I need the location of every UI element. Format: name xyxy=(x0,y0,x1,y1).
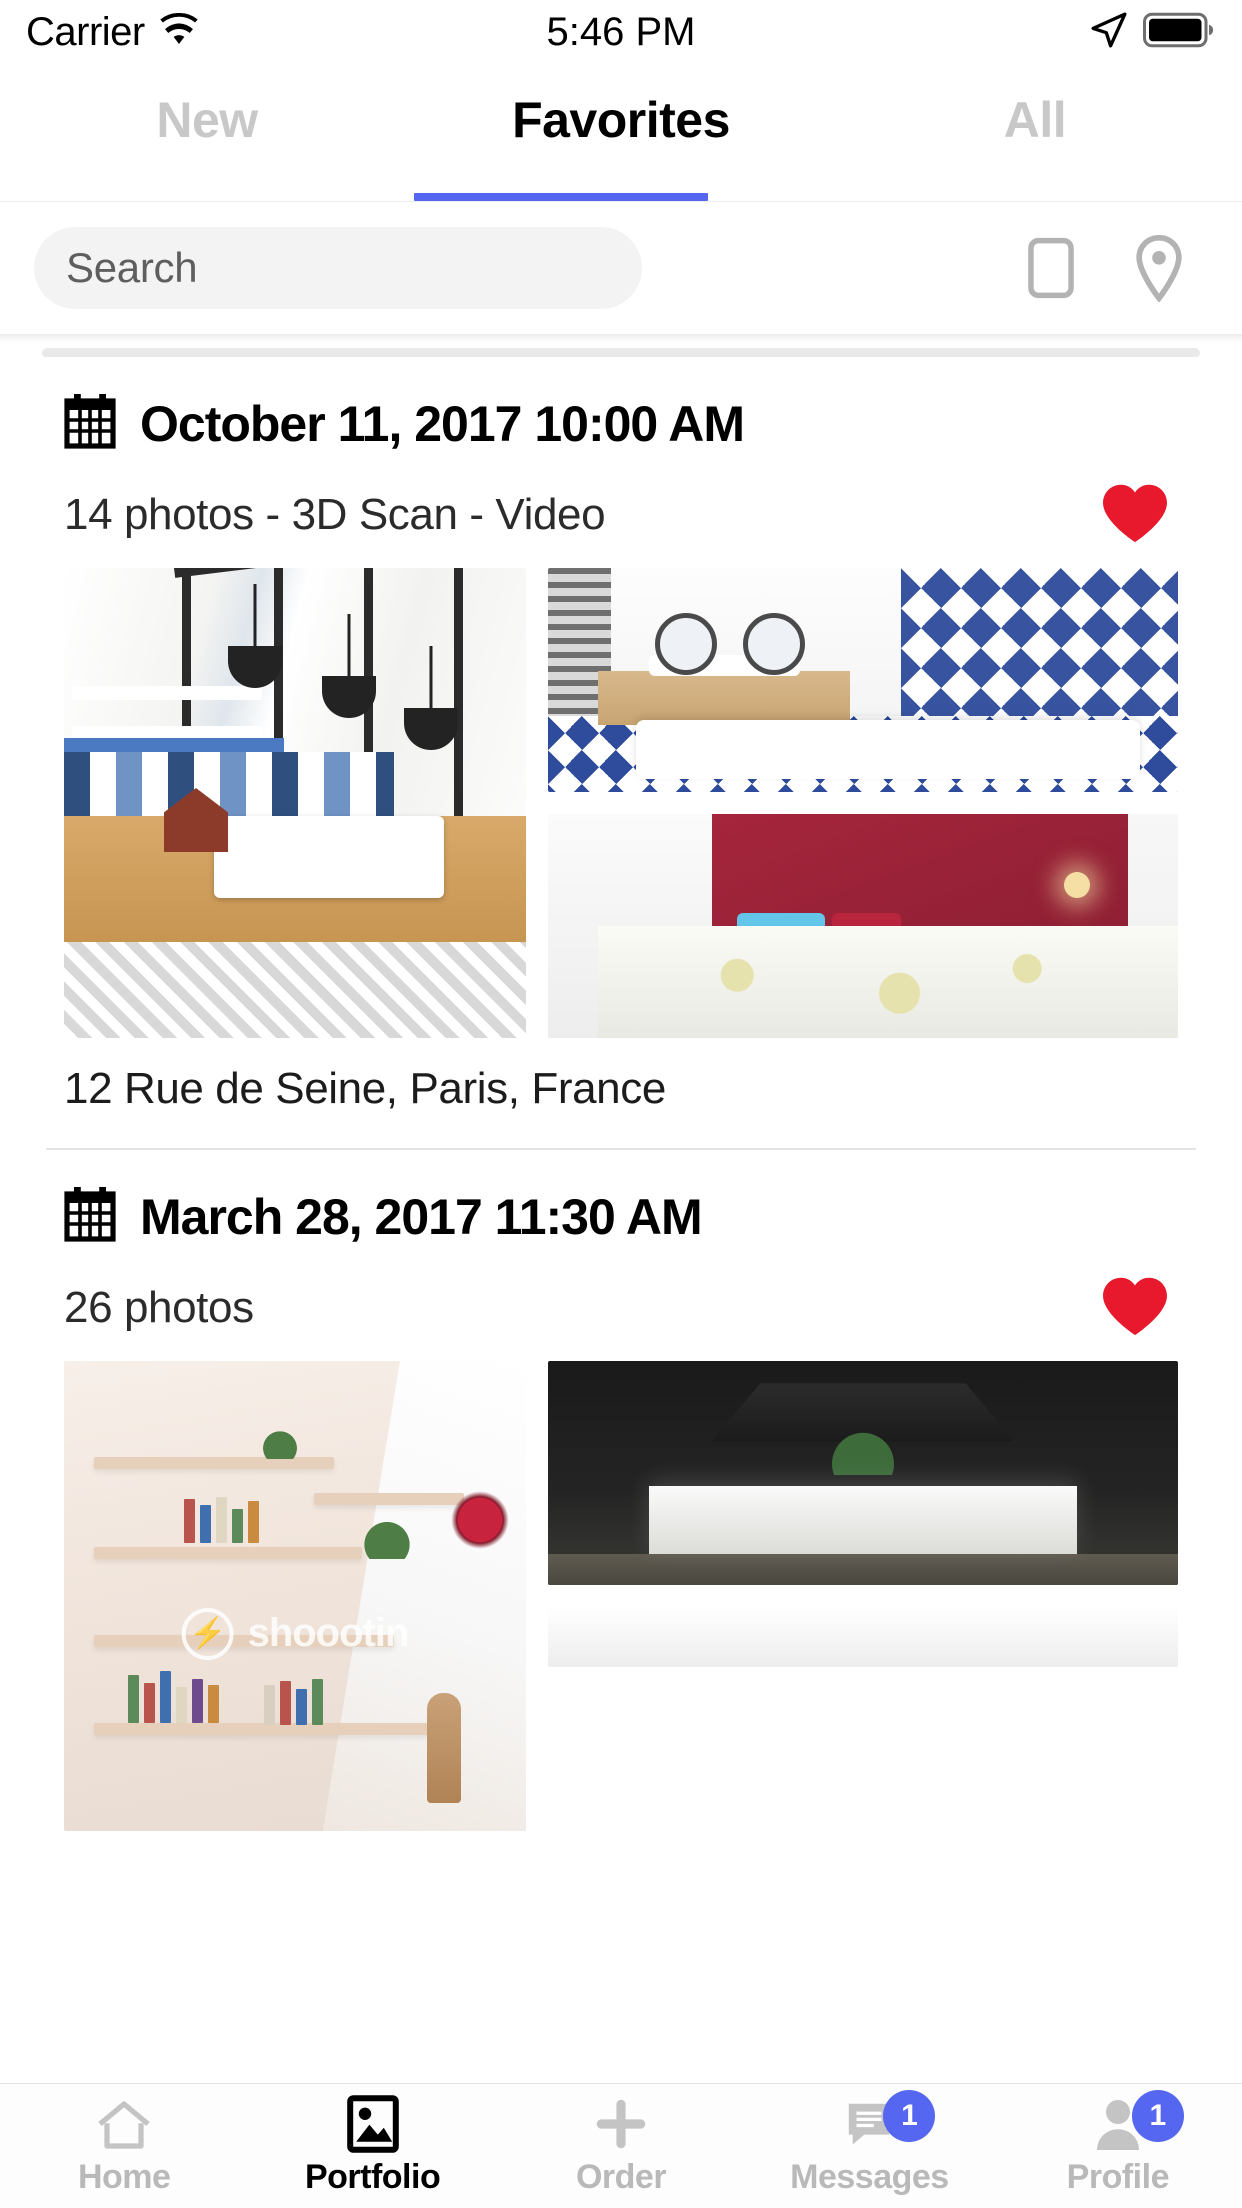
listing-address: 12 Rue de Seine, Paris, France xyxy=(64,1064,666,1113)
status-bar: Carrier 5:46 PM xyxy=(0,0,1242,64)
favorite-heart-icon[interactable] xyxy=(1100,482,1170,549)
search-input[interactable]: Search xyxy=(34,227,642,309)
calendar-icon xyxy=(64,1186,116,1247)
tab-all[interactable]: All xyxy=(828,64,1242,176)
nav-item-profile[interactable]: 1 Profile xyxy=(994,2090,1242,2197)
search-row: Search xyxy=(0,202,1242,334)
nav-item-messages[interactable]: 1 Messages xyxy=(745,2090,993,2197)
wifi-icon xyxy=(157,12,201,52)
bathroom-photo[interactable] xyxy=(548,568,1178,792)
plus-icon xyxy=(594,2096,648,2152)
list-view-icon[interactable] xyxy=(1016,233,1086,303)
listing-gallery: ⚡ shoootin xyxy=(64,1361,1178,1831)
library-shelves-photo[interactable]: ⚡ shoootin xyxy=(64,1361,526,1831)
chat-icon: 1 xyxy=(844,2090,936,2152)
messages-badge: 1 xyxy=(883,2090,936,2142)
listing-header: March 28, 2017 11:30 AM xyxy=(64,1150,1178,1247)
nav-item-home[interactable]: Home xyxy=(0,2096,248,2197)
nav-item-order[interactable]: Order xyxy=(497,2096,745,2197)
top-tab-bar: New Favorites All xyxy=(0,64,1242,202)
listing-scroll-area[interactable]: October 11, 2017 10:00 AM 14 photos - 3D… xyxy=(0,357,1242,2083)
listing-gallery-side xyxy=(548,568,1178,1038)
search-placeholder: Search xyxy=(66,244,198,291)
nav-label-order: Order xyxy=(575,2158,667,2196)
dark-kitchen-photo[interactable] xyxy=(548,1361,1178,1585)
listing-date: March 28, 2017 11:30 AM xyxy=(140,1188,703,1245)
listing-meta: 14 photos - 3D Scan - Video xyxy=(64,490,606,539)
listing-meta-row: 14 photos - 3D Scan - Video xyxy=(64,476,1178,554)
tab-new[interactable]: New xyxy=(0,64,414,176)
listing-gallery-side xyxy=(548,1361,1178,1831)
nav-label-profile: Profile xyxy=(1066,2158,1170,2196)
tab-favorites[interactable]: Favorites xyxy=(414,64,828,176)
light-room-photo[interactable] xyxy=(548,1607,1178,1667)
kitchen-veranda-photo[interactable] xyxy=(64,568,526,1038)
nav-label-home: Home xyxy=(77,2158,171,2196)
listing-gallery xyxy=(64,568,1178,1038)
listing-card[interactable]: October 11, 2017 10:00 AM 14 photos - 3D… xyxy=(0,357,1242,1148)
home-icon xyxy=(96,2096,152,2152)
carrier-label: Carrier xyxy=(26,9,145,54)
location-arrow-icon xyxy=(1090,11,1128,54)
header-divider xyxy=(0,334,1242,344)
bedroom-photo[interactable] xyxy=(548,814,1178,1038)
status-bar-right xyxy=(1090,11,1216,54)
nav-label-portfolio: Portfolio xyxy=(304,2158,441,2196)
person-icon: 1 xyxy=(1094,2090,1184,2152)
clock-label: 5:46 PM xyxy=(546,9,696,54)
favorite-heart-icon[interactable] xyxy=(1100,1275,1170,1342)
nav-label-messages: Messages xyxy=(790,2158,949,2196)
nav-item-portfolio[interactable]: Portfolio xyxy=(248,2095,496,2197)
battery-full-icon xyxy=(1142,12,1216,53)
profile-badge: 1 xyxy=(1131,2090,1184,2142)
listing-meta: 26 photos xyxy=(64,1283,254,1332)
listing-date: October 11, 2017 10:00 AM xyxy=(140,395,745,452)
photo-icon xyxy=(346,2095,399,2153)
calendar-icon xyxy=(64,393,116,454)
status-bar-left: Carrier xyxy=(26,10,201,55)
listing-header: October 11, 2017 10:00 AM xyxy=(64,357,1178,454)
map-pin-icon[interactable] xyxy=(1124,233,1194,303)
search-actions xyxy=(1016,233,1208,303)
bottom-navigation-bar: Home Portfolio Order 1 Messages 1 Profil… xyxy=(0,2083,1242,2208)
active-tab-indicator xyxy=(413,193,709,201)
listing-meta-row: 26 photos xyxy=(64,1269,1178,1347)
listing-card[interactable]: March 28, 2017 11:30 AM 26 photos ⚡ shoo… xyxy=(0,1150,1242,1831)
